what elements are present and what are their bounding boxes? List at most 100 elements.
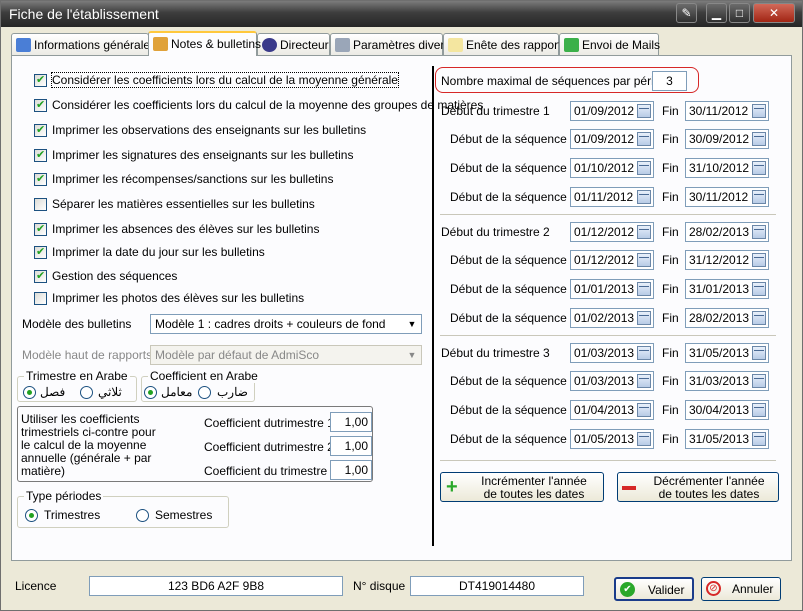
calendar-icon[interactable]	[637, 282, 651, 296]
coef-t3-input[interactable]: 1,00	[330, 460, 372, 480]
checkbox[interactable]	[34, 73, 47, 87]
report-model-select[interactable]: Modèle par défaut de AdmiSco ▼	[150, 345, 422, 365]
calendar-icon[interactable]	[752, 282, 766, 296]
s1-end-date[interactable]: 30/09/2012	[685, 129, 769, 149]
calendar-icon[interactable]	[637, 374, 651, 388]
calendar-icon[interactable]	[752, 253, 766, 267]
checkbox[interactable]	[34, 269, 47, 283]
tab-label: Notes & bulletins	[171, 37, 262, 51]
radio-semestres[interactable]	[136, 509, 149, 522]
button-label: Annuler	[732, 582, 774, 596]
tab-misc-settings[interactable]: Paramètres divers	[330, 33, 450, 55]
calendar-icon[interactable]	[637, 403, 651, 417]
tab-label: Paramètres divers	[353, 38, 451, 52]
option-label: Gestion des séquences	[52, 269, 178, 283]
calendar-icon[interactable]	[752, 225, 766, 239]
radio-moamil[interactable]	[144, 386, 157, 399]
trimester-label: Début du trimestre 2	[441, 225, 550, 239]
calendar-icon[interactable]	[752, 161, 766, 175]
t1-end-date[interactable]: 30/11/2012	[685, 101, 769, 121]
tab-director[interactable]: Directeur	[257, 33, 330, 55]
s6-start-date[interactable]: 01/02/2013	[570, 308, 654, 328]
close-button[interactable]: ✕	[753, 3, 795, 23]
checkbox[interactable]	[34, 148, 47, 162]
t3-end-date[interactable]: 31/05/2013	[685, 343, 769, 363]
coef-arabic-group: Coefficient en Arabe معامل ضارب	[141, 369, 260, 402]
tab-label: Envoi de Mails	[582, 38, 661, 52]
calendar-icon[interactable]	[637, 190, 651, 204]
s8-start-date[interactable]: 01/04/2013	[570, 400, 654, 420]
date-value: 30/11/2012	[689, 104, 749, 118]
maximize-button[interactable]: □	[729, 3, 750, 23]
model-select[interactable]: Modèle 1 : cadres droits + couleurs de f…	[150, 314, 422, 334]
calendar-icon[interactable]	[752, 104, 766, 118]
option-label: Imprimer la date du jour sur les bulleti…	[52, 245, 265, 259]
s2-end-date[interactable]: 31/10/2012	[685, 158, 769, 178]
cancel-button[interactable]: ⊘ Annuler	[701, 577, 781, 601]
t2-end-date[interactable]: 28/02/2013	[685, 222, 769, 242]
calendar-icon[interactable]	[752, 346, 766, 360]
t1-start-date[interactable]: 01/09/2012	[570, 101, 654, 121]
calendar-icon[interactable]	[637, 253, 651, 267]
validate-button[interactable]: ✔ Valider	[614, 577, 694, 601]
calendar-icon[interactable]	[752, 132, 766, 146]
radio-fasl[interactable]	[23, 386, 36, 399]
calendar-icon[interactable]	[752, 311, 766, 325]
calendar-icon[interactable]	[752, 432, 766, 446]
s2-start-date[interactable]: 01/10/2012	[570, 158, 654, 178]
calendar-icon[interactable]	[637, 225, 651, 239]
report-model-label: Modèle haut de rapports	[22, 348, 153, 362]
increment-year-button[interactable]: + Incrémenter l'année de toutes les date…	[440, 472, 604, 502]
radio-thulathi[interactable]	[80, 386, 93, 399]
s1-start-date[interactable]: 01/09/2012	[570, 129, 654, 149]
s4-end-date[interactable]: 31/12/2012	[685, 250, 769, 270]
s4-start-date[interactable]: 01/12/2012	[570, 250, 654, 270]
s3-end-date[interactable]: 30/11/2012	[685, 187, 769, 207]
coef-t1-input[interactable]: 1,00	[330, 412, 372, 432]
checkbox[interactable]	[34, 292, 47, 305]
s8-end-date[interactable]: 30/04/2013	[685, 400, 769, 420]
broom-icon[interactable]: ✎	[676, 3, 697, 23]
t3-start-date[interactable]: 01/03/2013	[570, 343, 654, 363]
s7-end-date[interactable]: 31/03/2013	[685, 371, 769, 391]
s9-end-date[interactable]: 31/05/2013	[685, 429, 769, 449]
calendar-icon[interactable]	[637, 161, 651, 175]
s5-end-date[interactable]: 31/01/2013	[685, 279, 769, 299]
radio-trimestres[interactable]	[25, 509, 38, 522]
calendar-icon[interactable]	[752, 190, 766, 204]
tab-send-mail[interactable]: Envoi de Mails	[559, 33, 661, 55]
s9-start-date[interactable]: 01/05/2013	[570, 429, 654, 449]
calendar-icon[interactable]	[637, 432, 651, 446]
calendar-icon[interactable]	[752, 374, 766, 388]
tab-notes-bulletins[interactable]: Notes & bulletins	[148, 31, 261, 56]
coef-t2-input[interactable]: 1,00	[330, 436, 372, 456]
tab-general-info[interactable]: Informations générales	[11, 33, 156, 55]
s6-end-date[interactable]: 28/02/2013	[685, 308, 769, 328]
s5-start-date[interactable]: 01/01/2013	[570, 279, 654, 299]
date-value: 31/03/2013	[689, 374, 750, 388]
s3-start-date[interactable]: 01/11/2012	[570, 187, 654, 207]
s7-start-date[interactable]: 01/03/2013	[570, 371, 654, 391]
checkbox[interactable]	[34, 222, 47, 236]
calendar-icon[interactable]	[637, 132, 651, 146]
calendar-icon[interactable]	[637, 346, 651, 360]
radio-darib[interactable]	[198, 386, 211, 399]
button-label: de toutes les dates	[483, 487, 585, 501]
report-model-value: Modèle par défaut de AdmiSco	[155, 348, 320, 362]
calendar-icon[interactable]	[637, 311, 651, 325]
title-bar: Fiche de l'établissement ✎ ▁ □ ✕	[1, 1, 802, 27]
t2-start-date[interactable]: 01/12/2012	[570, 222, 654, 242]
checkbox[interactable]	[34, 123, 47, 137]
checkbox[interactable]	[34, 245, 47, 259]
minimize-button[interactable]: ▁	[706, 3, 727, 23]
checkbox[interactable]	[34, 98, 47, 112]
tab-report-header[interactable]: Enête des rapports	[443, 33, 567, 55]
checkbox[interactable]	[34, 198, 47, 211]
calendar-icon[interactable]	[752, 403, 766, 417]
decrement-year-button[interactable]: Décrémenter l'année de toutes les dates	[617, 472, 779, 502]
tab-label: Directeur	[280, 38, 329, 52]
calendar-icon[interactable]	[637, 104, 651, 118]
sequences-input[interactable]: 3	[652, 71, 687, 91]
checkbox[interactable]	[34, 172, 47, 186]
fin-label: Fin	[662, 403, 679, 417]
